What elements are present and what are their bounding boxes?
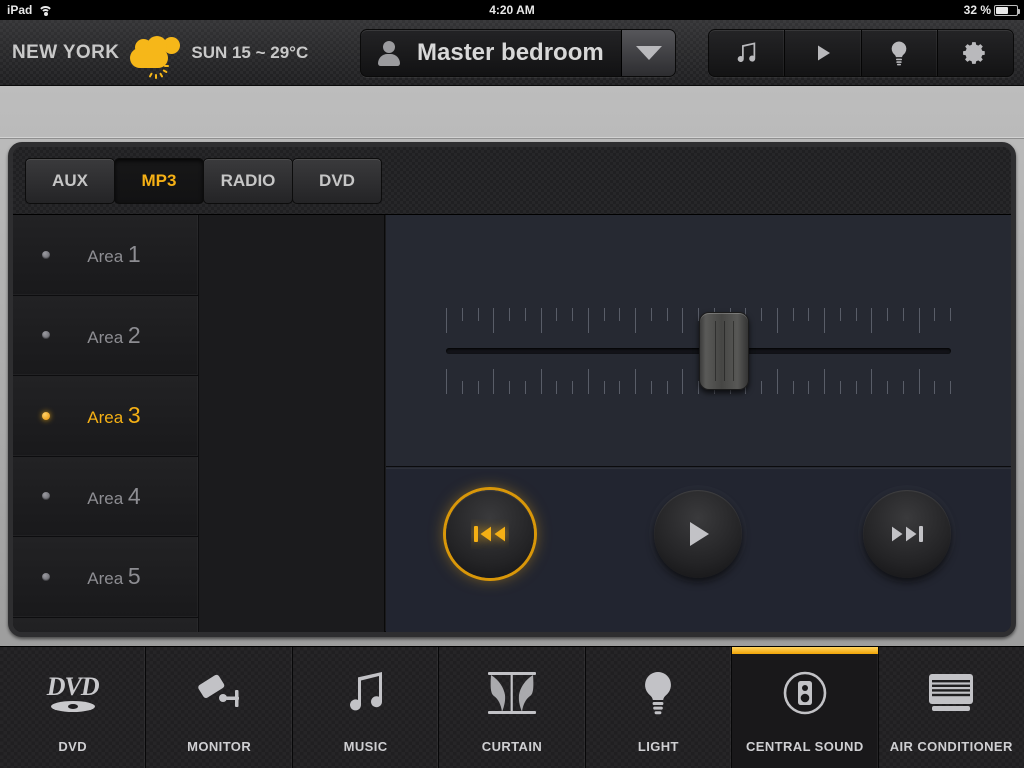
tab-dvd[interactable]: DVD [292,157,382,204]
status-bar-right: 32 % [963,3,1020,17]
header-settings-button[interactable] [938,30,1013,76]
speaker-icon [732,647,877,739]
area-item-label: Area 1 [87,241,141,268]
music-icon [737,42,755,63]
partly-cloudy-icon [128,35,182,79]
weather-city: NEW YORK [12,41,120,63]
app-header: NEW YORK SUN 15 ~ 29°C Master bedroom [0,20,1024,86]
room-selector[interactable]: Master bedroom [360,29,676,77]
area-item-label: Area 5 [87,563,141,590]
ios-status-bar: iPad 4:20 AM 32 % [0,0,1024,20]
nav-item-central-sound[interactable]: CENTRAL SOUND [732,647,879,768]
tab-mp3[interactable]: MP3 [114,157,204,204]
transport-zone [386,468,1011,632]
nav-item-curtain[interactable]: CURTAIN [439,647,586,768]
battery-percent: 32 % [963,3,991,17]
header-play-button[interactable] [785,30,862,76]
chevron-down-icon[interactable] [621,30,675,76]
curtain-icon [439,647,584,739]
music-note-icon [293,647,438,739]
weather-summary: SUN 15 ~ 29°C [191,42,309,62]
play-icon [817,45,830,61]
nav-item-dvd[interactable]: DVD DVD [0,647,147,768]
play-button[interactable] [654,490,743,578]
source-tab-bar: AUX MP3 RADIO DVD [13,147,1011,215]
room-selector-value: Master bedroom [417,39,604,66]
area-item-1[interactable]: Area 1 [13,215,199,296]
play-icon [690,522,710,546]
area-status-dot [42,492,50,501]
nav-item-light[interactable]: LIGHT [585,647,733,768]
area-item-label: Area 4 [87,482,141,509]
tab-aux[interactable]: AUX [25,157,115,204]
header-quick-buttons [708,29,1014,77]
tab-radio[interactable]: RADIO [203,157,293,204]
status-bar-clock: 4:20 AM [489,3,535,17]
light-bulb-icon [586,647,731,739]
player-content [386,215,1011,632]
ipad-screen: iPad 4:20 AM 32 % NEW YORK SUN 15 ~ 29°C… [0,0,1024,768]
weather-widget[interactable]: NEW YORK SUN 15 ~ 29°C [0,35,309,79]
security-camera-icon [146,647,291,739]
skip-back-icon [474,526,506,542]
nav-item-monitor[interactable]: MONITOR [146,647,293,768]
area-status-dot [42,331,50,340]
active-indicator-bar [732,647,878,654]
gear-icon [963,42,986,64]
air-conditioner-icon [879,647,1024,739]
transport-controls [386,490,1011,578]
area-status-dot [42,572,50,581]
area-list: Area 1 Area 2 Area 3 Area 4 Area 5 Area … [13,215,385,632]
chrome-divider [0,137,1024,139]
previous-track-button[interactable] [446,490,535,578]
media-panel: AUX MP3 RADIO DVD Area 1 Area 2 Area 3 A… [8,142,1016,637]
nav-item-label: CURTAIN [481,739,543,754]
volume-knob[interactable] [698,312,749,390]
header-light-button[interactable] [862,30,938,76]
volume-slider[interactable] [446,308,951,394]
area-item-3[interactable]: Area 3 [13,376,199,457]
light-bulb-icon [891,41,907,66]
bottom-nav-bar: DVD DVD MONITOR MUSIC CURTAIN LIGHT CENT… [0,646,1024,768]
nav-item-air-conditioner[interactable]: AIR CONDITIONER [878,647,1024,768]
skip-forward-icon [891,526,923,542]
area-item-2[interactable]: Area 2 [13,295,199,376]
area-status-dot [42,411,50,420]
area-item-label: Area 3 [87,402,141,429]
next-track-button[interactable] [862,490,951,578]
nav-item-label: DVD [58,739,88,754]
area-item-label: Area 2 [87,321,141,348]
dvd-disc-icon: DVD [0,647,145,739]
volume-zone [386,215,1011,467]
header-music-button[interactable] [709,30,786,76]
area-item-4[interactable]: Area 4 [13,456,199,537]
area-status-dot [42,250,50,259]
nav-item-label: AIR CONDITIONER [889,739,1013,754]
battery-icon [994,4,1020,16]
area-item-6[interactable]: Area 6 [13,617,199,632]
nav-item-label: MUSIC [343,739,388,754]
nav-item-label: MONITOR [187,739,252,754]
nav-item-label: LIGHT [637,739,679,754]
nav-item-label: CENTRAL SOUND [746,739,864,754]
nav-item-music[interactable]: MUSIC [292,647,440,768]
area-item-5[interactable]: Area 5 [13,537,199,618]
person-icon [361,40,417,66]
